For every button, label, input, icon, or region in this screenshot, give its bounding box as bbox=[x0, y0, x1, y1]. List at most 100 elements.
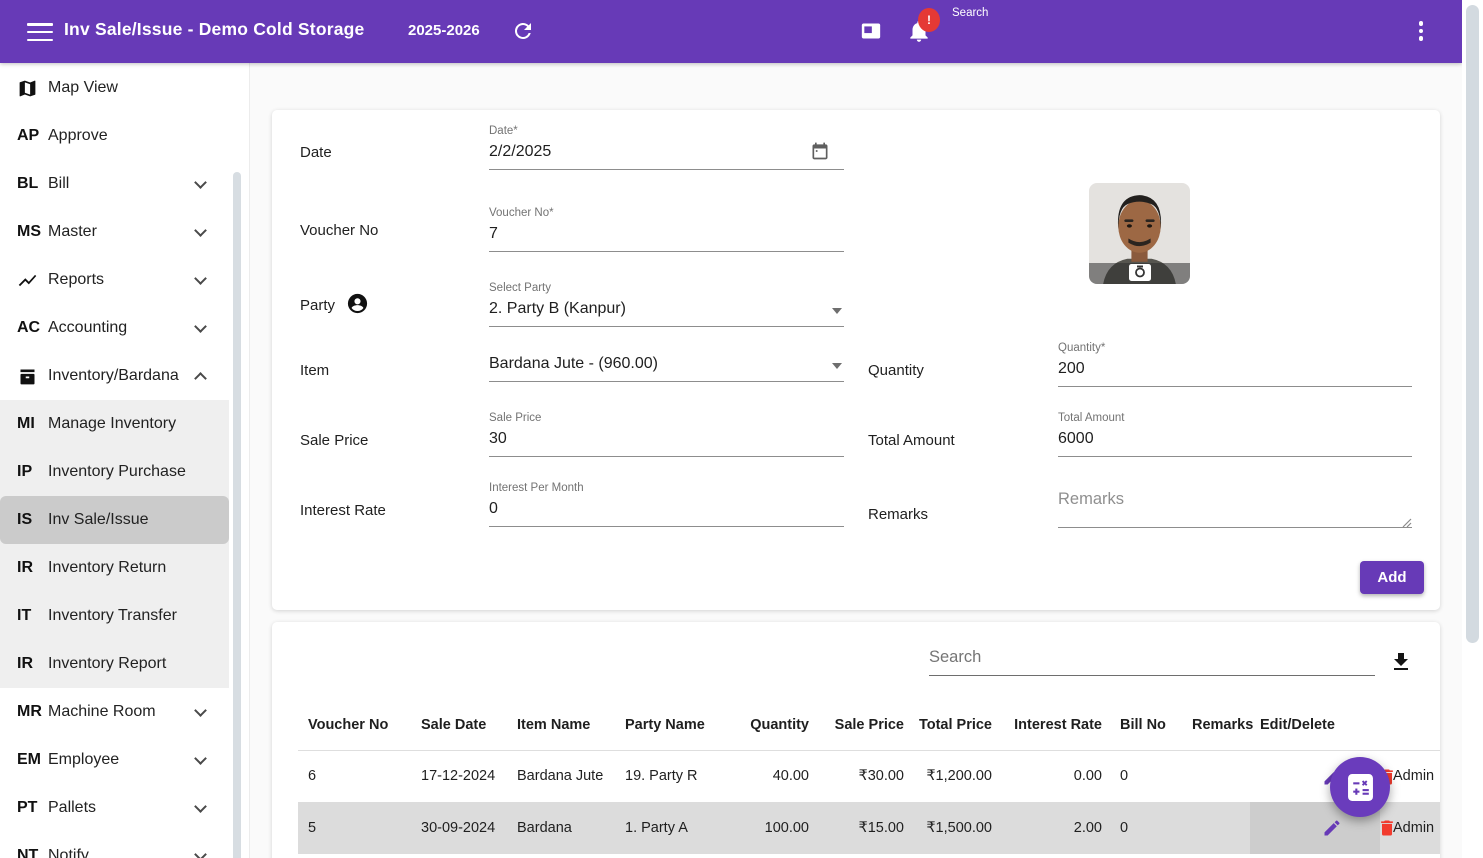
chevron-down-icon bbox=[194, 752, 207, 765]
sidebar-item-prefix: PT bbox=[17, 799, 48, 817]
sale-price-input[interactable] bbox=[489, 428, 844, 457]
resize-grip[interactable] bbox=[1402, 515, 1412, 525]
sidebar-item-manage-inventory[interactable]: MI Manage Inventory bbox=[0, 400, 229, 448]
table-search-input[interactable] bbox=[929, 644, 1375, 676]
sidebar-item-label: Inventory Report bbox=[48, 655, 166, 673]
map-icon bbox=[17, 78, 48, 99]
refresh-icon[interactable] bbox=[511, 19, 535, 43]
sidebar-item-label: Manage Inventory bbox=[48, 415, 176, 433]
dropdown-arrow-icon bbox=[832, 363, 842, 369]
sidebar-item-prefix: MI bbox=[17, 415, 48, 433]
sidebar-item-prefix: MR bbox=[17, 703, 48, 721]
sidebar-item-inventory-transfer[interactable]: IT Inventory Transfer bbox=[0, 592, 229, 640]
sidebar-item-label: Machine Room bbox=[48, 703, 156, 721]
interest-rate-input[interactable] bbox=[489, 498, 844, 527]
interest-field-block: Interest Per Month bbox=[489, 482, 844, 527]
download-icon[interactable] bbox=[1389, 650, 1413, 674]
total-amount-field-block: Total Amount bbox=[1058, 412, 1412, 457]
party-label: Party bbox=[300, 297, 335, 314]
sidebar-item-prefix: MS bbox=[17, 223, 48, 241]
add-button[interactable]: Add bbox=[1360, 561, 1424, 594]
chevron-down-icon bbox=[194, 704, 207, 717]
col-party-name: Party Name bbox=[615, 700, 726, 750]
cell-bill-no: 0 bbox=[1110, 750, 1182, 802]
total-amount-input[interactable] bbox=[1058, 428, 1412, 457]
col-extra bbox=[1380, 700, 1440, 750]
sidebar-item-label: Inventory/Bardana bbox=[48, 367, 179, 385]
col-interest-rate: Interest Rate bbox=[1000, 700, 1110, 750]
item-select[interactable]: Bardana Jute - (960.00) bbox=[489, 353, 844, 382]
chevron-down-icon bbox=[194, 224, 207, 237]
sidebar-item-prefix: NT bbox=[17, 847, 48, 858]
delete-trash-icon[interactable] bbox=[1377, 818, 1397, 838]
sidebar-item-accounting[interactable]: AC Accounting bbox=[0, 304, 249, 352]
party-floating-label: Select Party bbox=[489, 282, 844, 294]
sidebar-item-label: Pallets bbox=[48, 799, 96, 817]
sidebar-item-bill[interactable]: BL Bill bbox=[0, 160, 249, 208]
quantity-input[interactable] bbox=[1058, 358, 1412, 387]
calendar-icon[interactable] bbox=[810, 141, 830, 161]
calculator-fab-button[interactable] bbox=[1330, 757, 1390, 817]
remarks-field-block bbox=[1058, 486, 1412, 533]
page-scrollbar[interactable] bbox=[1466, 5, 1479, 643]
sidebar-item-notify[interactable]: NT Notify bbox=[0, 832, 249, 858]
col-edit-delete: Edit/Delete bbox=[1250, 700, 1380, 750]
voucher-field-block: Voucher No* bbox=[489, 207, 844, 252]
sidebar-item-prefix: IR bbox=[17, 559, 48, 577]
sales-list-card: Voucher No Sale Date Item Name Party Nam… bbox=[272, 622, 1440, 858]
sidebar-item-label: Inventory Return bbox=[48, 559, 166, 577]
edit-pencil-icon[interactable] bbox=[1322, 818, 1342, 838]
camera-icon[interactable] bbox=[1129, 264, 1151, 281]
remarks-label: Remarks bbox=[868, 506, 928, 523]
sidebar-item-label: Accounting bbox=[48, 319, 127, 337]
voucher-no-label: Voucher No bbox=[300, 222, 378, 239]
sidebar-item-label: Map View bbox=[48, 79, 118, 97]
sidebar-item-map-view[interactable]: Map View bbox=[0, 64, 249, 112]
cell-sale-price: ₹15.00 bbox=[817, 802, 912, 854]
sidebar: Map View AP Approve BL Bill MS Master Re… bbox=[0, 63, 250, 858]
cell-party-name: 1. Party A bbox=[615, 802, 726, 854]
chevron-down-icon bbox=[194, 800, 207, 813]
sidebar-item-inventory-purchase[interactable]: IP Inventory Purchase bbox=[0, 448, 229, 496]
date-field-block: Date* bbox=[489, 125, 844, 170]
sidebar-item-inv-sale-issue[interactable]: IS Inv Sale/Issue bbox=[0, 496, 229, 544]
sidebar-item-inventory-bardana[interactable]: Inventory/Bardana bbox=[0, 352, 249, 400]
inventory-submenu: MI Manage Inventory IP Inventory Purchas… bbox=[0, 400, 229, 688]
menu-icon[interactable] bbox=[27, 23, 53, 41]
header-search-label[interactable]: Search bbox=[952, 7, 988, 19]
sidebar-item-label: Reports bbox=[48, 271, 104, 289]
sidebar-item-machine-room[interactable]: MR Machine Room bbox=[0, 688, 249, 736]
app-root: Inv Sale/Issue - Demo Cold Storage 2025-… bbox=[0, 0, 1483, 858]
cell-item-name: Bardana Jute bbox=[507, 750, 615, 802]
date-input[interactable] bbox=[489, 141, 844, 170]
col-voucher-no: Voucher No bbox=[298, 700, 411, 750]
sidebar-scrollbar[interactable] bbox=[233, 172, 241, 858]
sidebar-item-reports[interactable]: Reports bbox=[0, 256, 249, 304]
sidebar-item-prefix: IT bbox=[17, 607, 48, 625]
remarks-textarea[interactable] bbox=[1058, 486, 1412, 528]
cell-interest-rate: 0.00 bbox=[1000, 750, 1110, 802]
quantity-floating-label: Quantity* bbox=[1058, 342, 1412, 354]
party-select[interactable]: 2. Party B (Kanpur) bbox=[489, 298, 844, 327]
contact-card-icon[interactable] bbox=[861, 21, 881, 41]
fiscal-year-selector[interactable]: 2025-2026 bbox=[408, 22, 480, 39]
cell-party-name: 19. Party R bbox=[615, 750, 726, 802]
sidebar-item-label: Bill bbox=[48, 175, 69, 193]
kebab-menu-icon[interactable] bbox=[1416, 21, 1426, 43]
cell-sale-price: ₹30.00 bbox=[817, 750, 912, 802]
party-photo[interactable] bbox=[1089, 183, 1190, 284]
app-bar: Inv Sale/Issue - Demo Cold Storage 2025-… bbox=[0, 0, 1462, 63]
chevron-down-icon bbox=[194, 272, 207, 285]
sidebar-item-master[interactable]: MS Master bbox=[0, 208, 249, 256]
sidebar-item-approve[interactable]: AP Approve bbox=[0, 112, 249, 160]
sales-table: Voucher No Sale Date Item Name Party Nam… bbox=[298, 700, 1440, 854]
sidebar-item-inventory-return[interactable]: IR Inventory Return bbox=[0, 544, 229, 592]
sidebar-item-inventory-report[interactable]: IR Inventory Report bbox=[0, 640, 229, 688]
interest-floating-label: Interest Per Month bbox=[489, 482, 844, 494]
sidebar-item-pallets[interactable]: PT Pallets bbox=[0, 784, 249, 832]
party-select-value: 2. Party B (Kanpur) bbox=[489, 300, 626, 317]
voucher-no-input[interactable] bbox=[489, 223, 844, 252]
sidebar-item-employee[interactable]: EM Employee bbox=[0, 736, 249, 784]
cell-voucher-no: 5 bbox=[298, 802, 411, 854]
chevron-down-icon bbox=[194, 848, 207, 858]
